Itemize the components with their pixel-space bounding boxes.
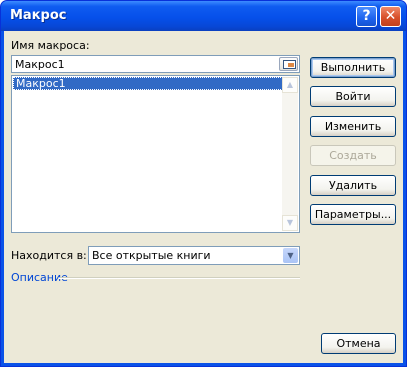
options-button[interactable]: Параметры... xyxy=(310,204,396,225)
list-item-label: Макрос1 xyxy=(16,77,66,90)
scroll-up-icon[interactable]: ▲ xyxy=(282,77,298,93)
dialog-body: Имя макроса: Макрос1 Макрос1 ▲ ▼ Выполни… xyxy=(4,31,403,363)
help-button[interactable]: ? xyxy=(356,6,377,27)
close-button[interactable]: ✕ xyxy=(380,6,401,27)
dialog-title: Макрос xyxy=(10,8,67,23)
location-label: Находится в: xyxy=(11,249,87,262)
scroll-down-icon[interactable]: ▼ xyxy=(282,215,298,231)
edit-button[interactable]: Изменить xyxy=(310,116,396,137)
range-select-icon[interactable] xyxy=(279,57,298,71)
location-selected-value: Все открытые книги xyxy=(92,249,211,262)
step-into-button[interactable]: Войти xyxy=(310,86,396,107)
title-bar[interactable]: Макрос ? ✕ xyxy=(1,1,406,31)
description-divider xyxy=(59,277,300,279)
macro-list[interactable]: Макрос1 ▲ ▼ xyxy=(11,75,300,233)
cancel-button[interactable]: Отмена xyxy=(321,333,396,354)
chevron-down-icon[interactable]: ▼ xyxy=(283,248,298,263)
list-item[interactable]: Макрос1 xyxy=(13,77,283,90)
macro-dialog: Макрос ? ✕ Имя макроса: Макрос1 Макрос1 … xyxy=(0,0,407,367)
delete-button[interactable]: Удалить xyxy=(310,175,396,196)
list-scrollbar[interactable]: ▲ ▼ xyxy=(282,77,298,231)
location-select[interactable]: Все открытые книги ▼ xyxy=(88,246,300,265)
macro-name-label: Имя макроса: xyxy=(11,39,90,52)
macro-name-value: Макрос1 xyxy=(15,58,65,71)
create-button[interactable]: Создать xyxy=(310,145,396,166)
run-button[interactable]: Выполнить xyxy=(310,57,396,78)
macro-name-input[interactable]: Макрос1 xyxy=(11,55,300,73)
